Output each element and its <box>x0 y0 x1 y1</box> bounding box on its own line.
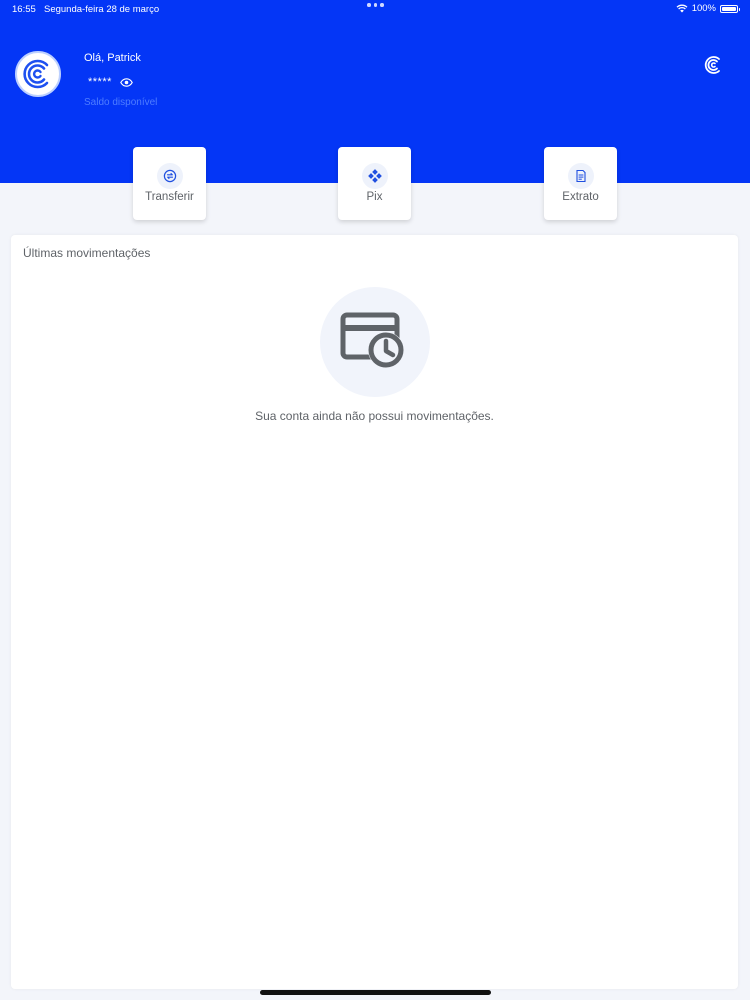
balance-label: Saldo disponível <box>84 97 158 108</box>
eye-icon[interactable] <box>119 76 133 88</box>
wifi-icon <box>676 4 688 13</box>
statement-button[interactable]: Extrato <box>544 147 617 220</box>
pix-label: Pix <box>366 191 383 203</box>
transfer-label: Transferir <box>145 191 194 203</box>
multitasking-dots-icon[interactable] <box>367 3 384 7</box>
movements-panel: Últimas movimentações Sua conta ainda nã… <box>11 235 738 989</box>
empty-state-message: Sua conta ainda não possui movimentações… <box>255 409 494 423</box>
avatar[interactable] <box>15 51 61 97</box>
home-indicator[interactable] <box>260 990 491 995</box>
transfer-button[interactable]: Transferir <box>133 147 206 220</box>
card-clock-icon <box>340 312 404 368</box>
brand-logo-icon <box>23 59 49 89</box>
statement-label: Extrato <box>562 191 599 203</box>
battery-percent: 100% <box>691 3 716 14</box>
status-time: 16:55 <box>12 4 36 15</box>
transfer-icon <box>156 163 183 189</box>
balance-value: ***** <box>88 76 112 88</box>
pix-icon <box>361 163 388 189</box>
brand-logo-icon[interactable] <box>702 54 724 76</box>
status-bar: 16:55 Segunda-feira 28 de março 100% <box>0 0 750 18</box>
empty-state-illustration <box>320 287 430 397</box>
movements-title: Últimas movimentações <box>23 246 151 260</box>
status-date: Segunda-feira 28 de março <box>44 4 160 15</box>
greeting: Olá, Patrick <box>84 52 141 64</box>
status-right: 100% <box>676 3 740 14</box>
statement-icon <box>567 163 594 189</box>
pix-button[interactable]: Pix <box>338 147 411 220</box>
battery-icon <box>720 4 740 13</box>
